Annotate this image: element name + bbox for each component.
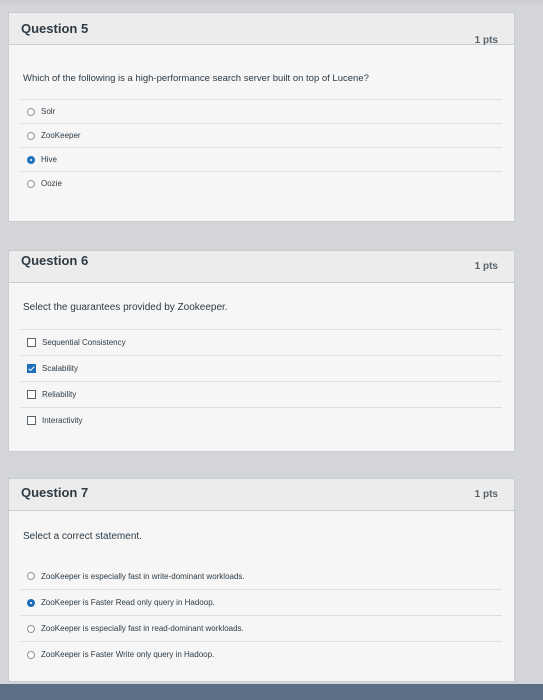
answer-label: Hive xyxy=(41,155,58,164)
answer-option-sequential-consistency[interactable]: Sequential Consistency xyxy=(21,329,502,355)
radio-button[interactable] xyxy=(27,107,35,116)
radio-button[interactable] xyxy=(27,179,35,188)
answer-option-1[interactable]: ZooKeeper is especially fast in write-do… xyxy=(21,563,502,589)
answer-label: ZooKeeper xyxy=(41,131,81,140)
answer-list: ZooKeeper is especially fast in write-do… xyxy=(21,563,502,667)
question-points: 1 pts xyxy=(474,489,498,500)
radio-button[interactable] xyxy=(27,572,35,580)
answer-option-reliability[interactable]: Reliability xyxy=(21,381,502,407)
radio-button[interactable] xyxy=(27,131,35,140)
answer-option-zookeeper[interactable]: ZooKeeper xyxy=(21,123,502,147)
radio-button[interactable] xyxy=(27,650,35,659)
question-points: 1 pts xyxy=(474,35,498,46)
answer-label: ZooKeeper is Faster Write only query in … xyxy=(41,650,215,659)
question-7-header: Question 7 1 pts xyxy=(9,479,514,511)
question-5-card: Question 5 1 pts Which of the following … xyxy=(8,12,515,222)
answer-option-4[interactable]: ZooKeeper is Faster Write only query in … xyxy=(21,641,502,667)
radio-button-selected[interactable] xyxy=(27,155,35,164)
answer-option-hive[interactable]: Hive xyxy=(21,147,502,171)
checkbox[interactable] xyxy=(27,390,36,399)
answer-label: ZooKeeper is Faster Read only query in H… xyxy=(41,598,215,607)
answer-label: Solr xyxy=(41,107,56,116)
checkbox[interactable] xyxy=(27,416,36,425)
question-text: Select the guarantees provided by Zookee… xyxy=(23,302,228,313)
answer-option-2[interactable]: ZooKeeper is Faster Read only query in H… xyxy=(21,589,502,615)
question-title: Question 7 xyxy=(21,485,89,500)
answer-list: Sequential Consistency Scalability Relia… xyxy=(21,329,502,433)
answer-label: Interactivity xyxy=(42,416,83,425)
answer-label: Oozie xyxy=(41,179,62,188)
bottom-bar xyxy=(0,684,543,700)
answer-label: Reliability xyxy=(42,390,77,399)
answer-option-oozie[interactable]: Oozie xyxy=(21,171,502,195)
answer-option-3[interactable]: ZooKeeper is especially fast in read-dom… xyxy=(21,615,502,641)
checkbox[interactable] xyxy=(27,338,36,347)
question-text: Select a correct statement. xyxy=(23,531,142,542)
answer-label: Scalability xyxy=(42,364,79,373)
answer-label: ZooKeeper is especially fast in write-do… xyxy=(41,571,245,581)
question-6-card: Question 6 1 pts Select the guarantees p… xyxy=(8,250,515,452)
checkbox-checked[interactable] xyxy=(27,364,36,373)
radio-button[interactable] xyxy=(27,624,35,633)
question-5-header: Question 5 1 pts xyxy=(9,13,514,46)
answer-option-solr[interactable]: Solr xyxy=(21,99,502,123)
answer-label: ZooKeeper is especially fast in read-dom… xyxy=(41,624,244,633)
answer-label: Sequential Consistency xyxy=(42,338,126,347)
question-6-header: Question 6 1 pts xyxy=(9,251,514,283)
question-title: Question 6 xyxy=(21,253,89,268)
question-text: Which of the following is a high-perform… xyxy=(23,73,369,84)
answer-list: Solr ZooKeeper Hive Oozie xyxy=(21,99,502,195)
answer-option-interactivity[interactable]: Interactivity xyxy=(21,407,502,433)
answer-option-scalability[interactable]: Scalability xyxy=(21,355,502,381)
radio-button-selected[interactable] xyxy=(27,598,35,607)
question-points: 1 pts xyxy=(474,261,498,272)
question-title: Question 5 xyxy=(21,21,89,36)
question-7-card: Question 7 1 pts Select a correct statem… xyxy=(8,478,515,682)
top-strip xyxy=(0,0,543,4)
